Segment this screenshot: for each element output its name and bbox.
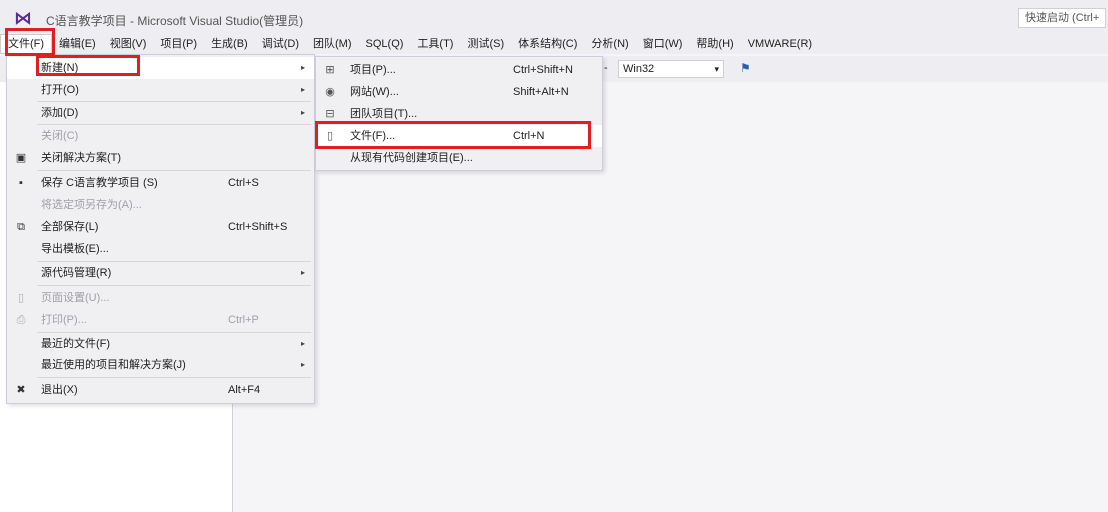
- platform-dropdown[interactable]: Win32 ▾: [618, 60, 724, 78]
- save-all-icon: ⧉: [17, 221, 25, 233]
- submenu-item-project[interactable]: ⊞ 项目(P)... Ctrl+Shift+N: [316, 59, 602, 81]
- menu-item-close[interactable]: 关闭(C): [7, 125, 314, 147]
- menu-team[interactable]: 团队(M): [306, 34, 359, 54]
- solution-close-icon: ▣: [15, 152, 27, 164]
- menu-item-print[interactable]: ⎙ 打印(P)... Ctrl+P: [7, 309, 314, 331]
- toolbar-separator: -: [604, 62, 608, 74]
- new-submenu: ⊞ 项目(P)... Ctrl+Shift+N ◉ 网站(W)... Shift…: [315, 56, 603, 171]
- menu-edit[interactable]: 编辑(E): [52, 34, 103, 54]
- file-menu-dropdown: 新建(N) ▸ 打开(O) ▸ 添加(D) ▸ 关闭(C) ▣ 关闭解决方案(T…: [6, 54, 315, 404]
- menu-item-close-solution[interactable]: ▣ 关闭解决方案(T): [7, 147, 314, 169]
- menu-project[interactable]: 项目(P): [153, 34, 204, 54]
- page-setup-icon: ▯: [17, 292, 25, 304]
- exit-icon: ✖: [16, 384, 26, 396]
- chevron-right-icon: ▸: [301, 339, 306, 348]
- flag-icon[interactable]: ⚑: [740, 61, 751, 75]
- quick-launch-input[interactable]: 快速启动 (Ctrl+: [1018, 8, 1106, 28]
- window-title: C语言教学项目 - Microsoft Visual Studio(管理员): [46, 14, 304, 28]
- menu-item-save-as[interactable]: 将选定项另存为(A)...: [7, 194, 314, 216]
- annotation-box-new-file: [315, 121, 591, 149]
- platform-value: Win32: [623, 63, 655, 75]
- annotation-box-new-item: [36, 55, 140, 76]
- menu-item-add[interactable]: 添加(D) ▸: [7, 102, 314, 124]
- menu-sql[interactable]: SQL(Q): [359, 34, 411, 54]
- menu-analyze[interactable]: 分析(N): [584, 34, 635, 54]
- submenu-item-from-existing-code[interactable]: 从现有代码创建项目(E)...: [316, 147, 602, 169]
- website-icon: ◉: [325, 86, 335, 98]
- title-bar: ⋈ C语言教学项目 - Microsoft Visual Studio(管理员)…: [0, 0, 1108, 36]
- menu-build[interactable]: 生成(B): [204, 34, 255, 54]
- menu-separator: [37, 377, 311, 378]
- menu-separator: [37, 170, 311, 171]
- menu-tools[interactable]: 工具(T): [410, 34, 460, 54]
- menu-item-recent-files[interactable]: 最近的文件(F) ▸: [7, 333, 314, 355]
- menu-separator: [37, 285, 311, 286]
- menu-help[interactable]: 帮助(H): [689, 34, 740, 54]
- menu-item-export-template[interactable]: 导出模板(E)...: [7, 238, 314, 260]
- menu-item-recent-projects[interactable]: 最近使用的项目和解决方案(J) ▸: [7, 354, 314, 376]
- menu-item-page-setup[interactable]: ▯ 页面设置(U)...: [7, 287, 314, 309]
- chevron-right-icon: ▸: [301, 85, 306, 94]
- menu-item-open[interactable]: 打开(O) ▸: [7, 79, 314, 101]
- menu-debug[interactable]: 调试(D): [255, 34, 306, 54]
- visual-studio-logo-icon: ⋈: [14, 8, 32, 28]
- menu-item-save[interactable]: ▪ 保存 C语言教学项目 (S) Ctrl+S: [7, 172, 314, 194]
- menu-item-save-all[interactable]: ⧉ 全部保存(L) Ctrl+Shift+S: [7, 216, 314, 238]
- chevron-down-icon: ▾: [714, 64, 719, 74]
- print-icon: ⎙: [16, 314, 26, 326]
- menu-item-exit[interactable]: ✖ 退出(X) Alt+F4: [7, 379, 314, 401]
- save-icon: ▪: [19, 177, 23, 189]
- menu-view[interactable]: 视图(V): [103, 34, 154, 54]
- annotation-box-file-menu: [5, 28, 55, 56]
- menu-vmware[interactable]: VMWARE(R): [741, 34, 819, 54]
- menu-bar: 文件(F) 编辑(E) 视图(V) 项目(P) 生成(B) 调试(D) 团队(M…: [0, 34, 1108, 54]
- project-icon: ⊞: [325, 64, 335, 76]
- chevron-right-icon: ▸: [301, 108, 306, 117]
- menu-architecture[interactable]: 体系结构(C): [511, 34, 584, 54]
- menu-item-source-control[interactable]: 源代码管理(R) ▸: [7, 262, 314, 284]
- menu-window[interactable]: 窗口(W): [636, 34, 690, 54]
- chevron-right-icon: ▸: [301, 360, 306, 369]
- menu-test[interactable]: 测试(S): [460, 34, 511, 54]
- submenu-item-website[interactable]: ◉ 网站(W)... Shift+Alt+N: [316, 81, 602, 103]
- chevron-right-icon: ▸: [301, 63, 306, 72]
- chevron-right-icon: ▸: [301, 268, 306, 277]
